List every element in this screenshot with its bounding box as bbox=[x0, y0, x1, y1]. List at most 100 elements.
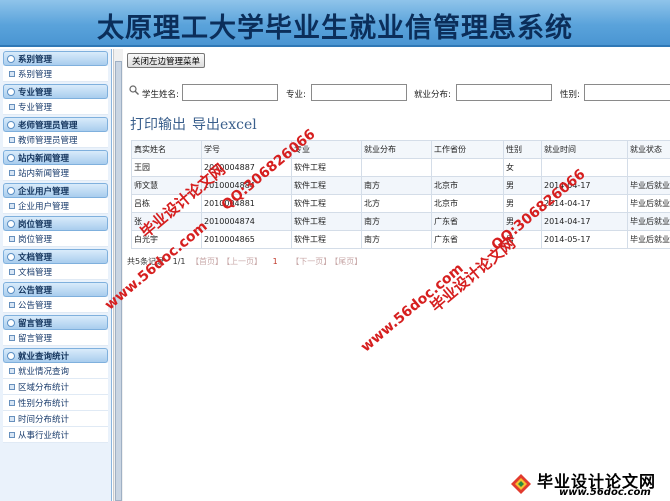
sidebar-group-header[interactable]: 公告管理 bbox=[3, 282, 108, 297]
sidebar-group-header[interactable]: 老师管理员管理 bbox=[3, 117, 108, 132]
column-header: 就业状态 bbox=[627, 140, 670, 159]
table-cell: 2014-04-17 bbox=[541, 212, 628, 231]
table-cell: 广东省 bbox=[431, 230, 504, 249]
table-cell: 张 bbox=[131, 212, 202, 231]
bullet-icon bbox=[9, 399, 15, 406]
sidebar-group-title: 留言管理 bbox=[18, 318, 53, 329]
sidebar-item-label: 文档管理 bbox=[18, 267, 53, 278]
table-cell: 2010004887 bbox=[201, 158, 292, 177]
prev-page-link[interactable]: 【上一页】 bbox=[226, 257, 262, 266]
sidebar-item[interactable]: 专业管理 bbox=[3, 99, 108, 115]
sidebar-item-label: 岗位管理 bbox=[18, 234, 53, 245]
sidebar-item-label: 区域分布统计 bbox=[18, 382, 70, 393]
table-cell: 2010004874 bbox=[201, 212, 292, 231]
table-row[interactable]: 师文慧 2010004884 软件工程 南方 北京市男 2014-04-17 毕业后就业 bbox=[131, 176, 670, 195]
sidebar-item[interactable]: 文档管理 bbox=[3, 264, 108, 280]
sidebar-group-header[interactable]: 就业查询统计 bbox=[3, 348, 108, 363]
sidebar-group-header[interactable]: 企业用户管理 bbox=[3, 183, 108, 198]
table-cell: 女 bbox=[503, 158, 542, 177]
pagination: 共5条记录 1/1 【首页】 【上一页】 1 【下一页】 【尾页】 bbox=[127, 256, 362, 267]
sidebar-item-label: 公告管理 bbox=[18, 300, 53, 311]
student-table-wrapper: 真实姓名 学号 专业 就业分布 工作省份 性别 就业时间 就业状态 王园 2010004887 软… bbox=[131, 140, 670, 300]
table-cell bbox=[431, 158, 504, 177]
table-cell: 软件工程 bbox=[291, 230, 362, 249]
group-toggle-icon bbox=[7, 252, 15, 261]
sidebar-item[interactable]: 教师管理员管理 bbox=[3, 132, 108, 148]
sidebar-item[interactable]: 企业用户管理 bbox=[3, 198, 108, 214]
table-row[interactable]: 白光宇 2010004865 软件工程 南方 广东省男 2014-05-17 毕业后就业 bbox=[131, 230, 670, 249]
table-cell: 南方 bbox=[361, 212, 432, 231]
sidebar-item[interactable]: 岗位管理 bbox=[3, 231, 108, 247]
sidebar-group-header[interactable]: 文档管理 bbox=[3, 249, 108, 264]
sidebar-group-header[interactable]: 站内新闻管理 bbox=[3, 150, 108, 165]
header-banner: 太原理工大学毕业生就业信管理息系统 bbox=[0, 0, 670, 47]
bullet-icon bbox=[9, 235, 15, 242]
major-input[interactable] bbox=[311, 84, 407, 101]
sidebar-item[interactable]: 从事行业统计 bbox=[3, 427, 108, 443]
toggle-menu-button[interactable]: 关闭左边管理菜单 bbox=[127, 53, 206, 68]
table-cell: 2014-04-17 bbox=[541, 176, 628, 195]
export-excel-link[interactable]: 导出excel bbox=[192, 117, 257, 133]
group-toggle-icon bbox=[7, 351, 15, 360]
group-toggle-icon bbox=[7, 318, 15, 327]
column-header: 专业 bbox=[291, 140, 362, 159]
sidebar-item[interactable]: 性别分布统计 bbox=[3, 395, 108, 411]
student-table: 真实姓名 学号 专业 就业分布 工作省份 性别 就业时间 就业状态 王园 2010004887 软… bbox=[131, 140, 670, 249]
group-toggle-icon bbox=[7, 153, 15, 162]
bullet-icon bbox=[9, 301, 15, 308]
table-cell: 王园 bbox=[131, 158, 202, 177]
column-header: 就业时间 bbox=[541, 140, 628, 159]
bullet-icon bbox=[9, 202, 15, 209]
student-name-input[interactable] bbox=[182, 84, 278, 101]
table-row[interactable]: 王园 2010004887 软件工程 女 bbox=[131, 158, 670, 177]
action-links: 打印输出 导出excel bbox=[130, 114, 263, 134]
sidebar-group-title: 公告管理 bbox=[18, 285, 53, 296]
sidebar-item[interactable]: 就业情况查询 bbox=[3, 363, 108, 379]
table-row[interactable]: 吕栋 2010004881 软件工程 北方 北京市男 2014-04-17 毕业后就业 bbox=[131, 194, 670, 213]
column-header: 工作省份 bbox=[431, 140, 504, 159]
sidebar-item[interactable]: 区域分布统计 bbox=[3, 379, 108, 395]
table-cell: 白光宇 bbox=[131, 230, 202, 249]
bullet-icon bbox=[9, 268, 15, 275]
last-page-link[interactable]: 【尾页】 bbox=[334, 257, 362, 266]
first-page-link[interactable]: 【首页】 bbox=[191, 257, 223, 266]
sidebar-group-title: 系别管理 bbox=[18, 54, 53, 65]
table-cell: 广东省 bbox=[431, 212, 504, 231]
sidebar-group-header[interactable]: 系别管理 bbox=[3, 51, 108, 66]
sidebar-item-label: 就业情况查询 bbox=[18, 366, 70, 377]
sidebar-group-header[interactable]: 专业管理 bbox=[3, 84, 108, 99]
sidebar-item-label: 性别分布统计 bbox=[18, 398, 70, 409]
sidebar-item[interactable]: 公告管理 bbox=[3, 297, 108, 313]
column-header: 就业分布 bbox=[361, 140, 432, 159]
table-cell: 软件工程 bbox=[291, 194, 362, 213]
sidebar-item-label: 企业用户管理 bbox=[18, 201, 70, 212]
sidebar-scrollbar[interactable] bbox=[113, 49, 123, 501]
sidebar-item[interactable]: 站内新闻管理 bbox=[3, 165, 108, 181]
table-cell: 北京市 bbox=[431, 176, 504, 195]
sidebar-item[interactable]: 时间分布统计 bbox=[3, 411, 108, 427]
sidebar-item[interactable]: 系别管理 bbox=[3, 66, 108, 82]
sidebar-item[interactable]: 留言管理 bbox=[3, 330, 108, 346]
column-header: 性别 bbox=[503, 140, 542, 159]
bullet-icon bbox=[9, 169, 15, 176]
table-row[interactable]: 张 2010004874 软件工程 南方 广东省男 2014-04-17 毕业后就业 bbox=[131, 212, 670, 231]
gender-input[interactable] bbox=[584, 84, 670, 101]
logo-mark-icon bbox=[511, 474, 531, 494]
print-link[interactable]: 打印输出 bbox=[130, 117, 186, 133]
group-toggle-icon bbox=[7, 285, 15, 294]
column-header: 真实姓名 bbox=[131, 140, 202, 159]
sidebar-item-label: 时间分布统计 bbox=[18, 414, 70, 425]
sidebar-group-header[interactable]: 留言管理 bbox=[3, 315, 108, 330]
bullet-icon bbox=[9, 431, 15, 438]
sidebar-group-title: 文档管理 bbox=[18, 252, 53, 263]
sidebar-group-header[interactable]: 岗位管理 bbox=[3, 216, 108, 231]
table-cell: 2014-04-17 bbox=[541, 194, 628, 213]
table-cell: 2010004881 bbox=[201, 194, 292, 213]
search-icon bbox=[129, 85, 139, 95]
sidebar-group-title: 老师管理员管理 bbox=[18, 120, 78, 131]
sidebar-item-label: 从事行业统计 bbox=[18, 430, 70, 441]
distribution-input[interactable] bbox=[456, 84, 552, 101]
distribution-label: 就业分布: bbox=[414, 90, 451, 100]
next-page-link[interactable]: 【下一页】 bbox=[291, 257, 331, 266]
table-cell: 毕业后就业 bbox=[627, 230, 670, 249]
